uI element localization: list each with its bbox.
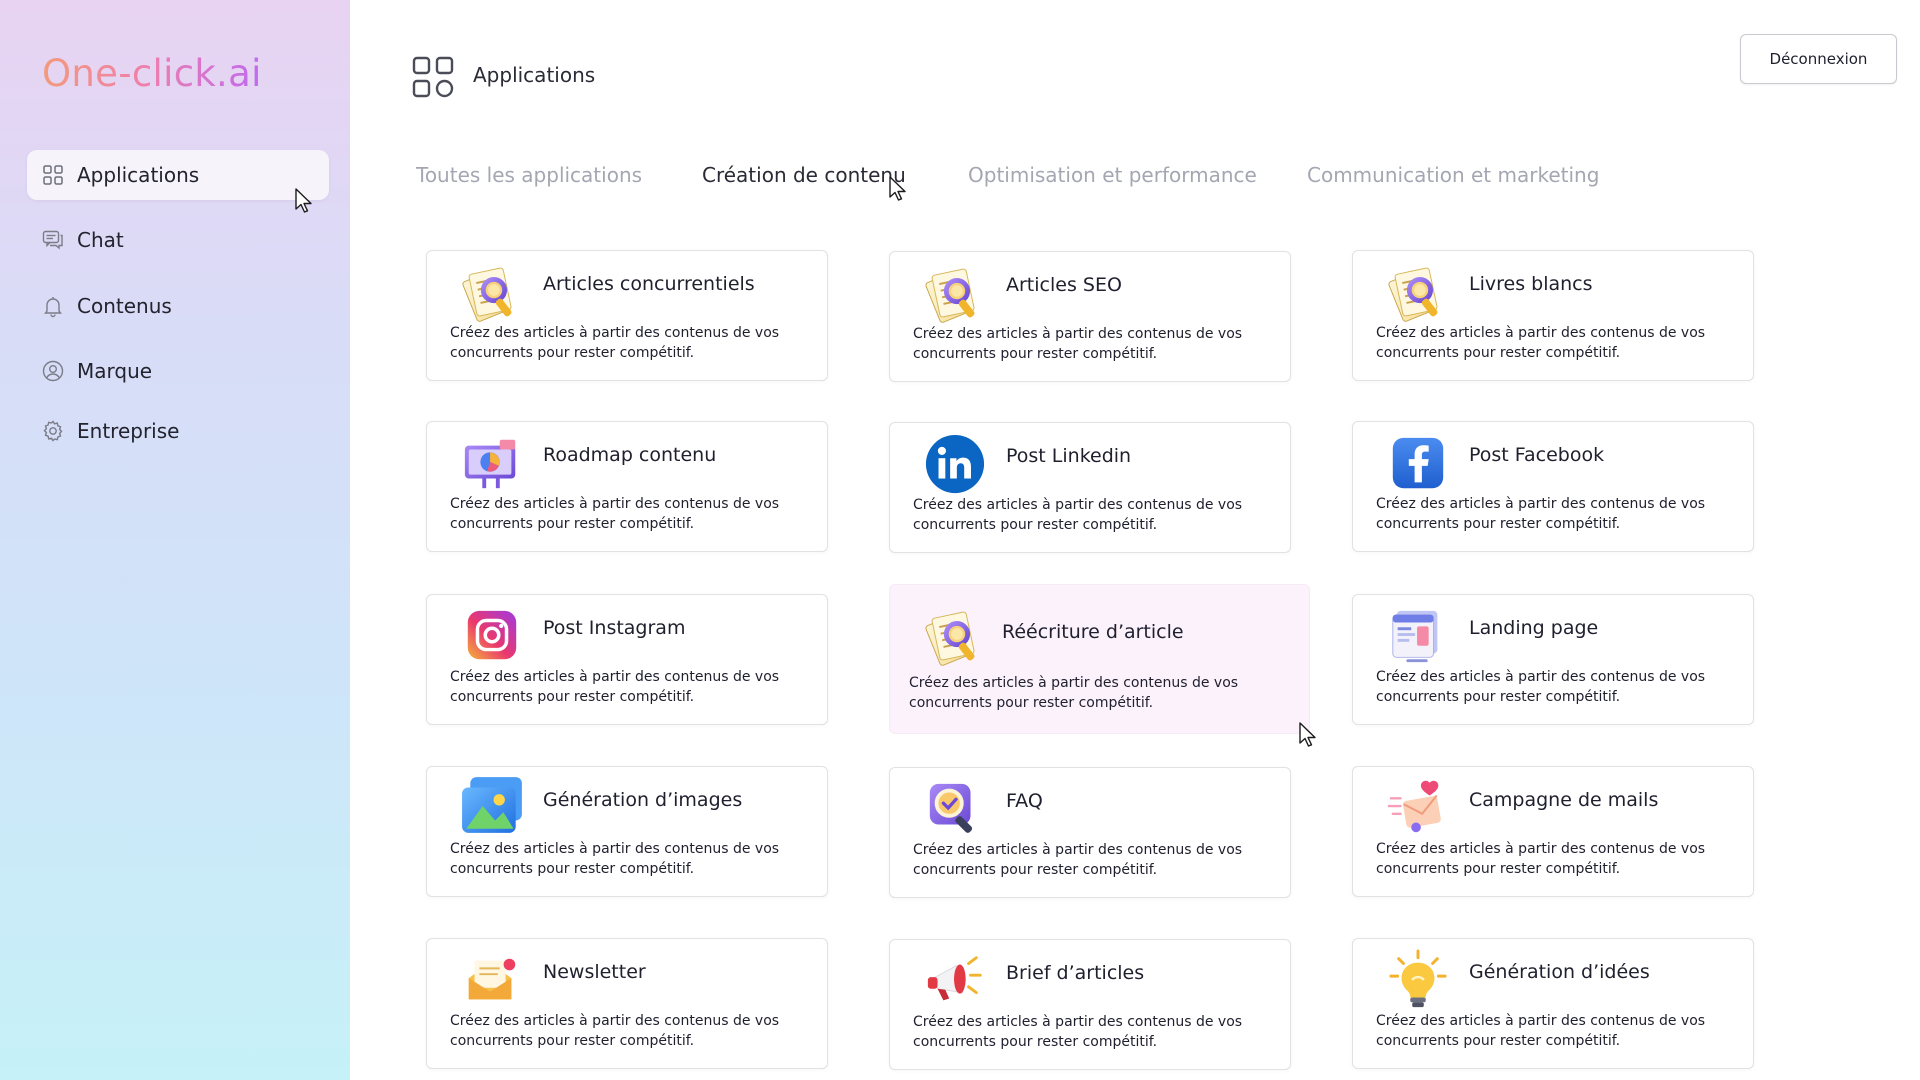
- card-description: Créez des articles à partir des contenus…: [1376, 325, 1706, 361]
- webpage-icon: [1392, 610, 1438, 663]
- card-title: Newsletter: [543, 961, 646, 983]
- tab-content-creation[interactable]: Création de contenu: [702, 163, 906, 187]
- mail-heart-icon: [1387, 780, 1441, 833]
- sidebar-item-label: Entreprise: [77, 419, 180, 443]
- card-title: FAQ: [1006, 790, 1043, 812]
- app-card-campagne-mails[interactable]: Campagne de mails Créez des articles à p…: [1352, 766, 1754, 897]
- papers-magnifier-icon: [461, 261, 523, 323]
- app-card-reecriture-article[interactable]: Réécriture d’article Créez des articles …: [889, 584, 1310, 734]
- card-description: Créez des articles à partir des contenus…: [1376, 669, 1706, 705]
- card-description: Créez des articles à partir des contenus…: [1376, 841, 1706, 877]
- card-title: Articles concurrentiels: [543, 273, 755, 295]
- sidebar-item-label: Chat: [77, 228, 124, 252]
- card-description: Créez des articles à partir des contenus…: [450, 325, 780, 361]
- card-description: Créez des articles à partir des contenus…: [1376, 496, 1706, 532]
- card-description: Créez des articles à partir des contenus…: [450, 669, 780, 705]
- card-title: Campagne de mails: [1469, 789, 1659, 811]
- card-description: Créez des articles à partir des contenus…: [1376, 1013, 1706, 1049]
- card-title: Brief d’articles: [1006, 962, 1145, 984]
- card-description: Créez des articles à partir des contenus…: [450, 496, 780, 532]
- sidebar-item-label: Contenus: [77, 294, 172, 318]
- grid-icon: [43, 165, 63, 185]
- card-description: Créez des articles à partir des contenus…: [913, 1014, 1243, 1050]
- mouse-cursor-icon: [1299, 722, 1316, 747]
- card-title: Réécriture d’article: [1002, 621, 1184, 643]
- app-card-landing-page[interactable]: Landing page Créez des articles à partir…: [1352, 594, 1754, 725]
- card-title: Génération d’idées: [1469, 961, 1650, 983]
- app-card-roadmap-contenu[interactable]: Roadmap contenu Créez des articles à par…: [426, 421, 828, 552]
- presentation-chart-icon: [464, 439, 516, 489]
- sidebar-item-entreprise[interactable]: Entreprise: [27, 406, 329, 456]
- app-card-faq[interactable]: FAQ Créez des articles à partir des cont…: [889, 767, 1291, 898]
- card-description: Créez des articles à partir des contenus…: [913, 497, 1243, 533]
- card-description: Créez des articles à partir des contenus…: [909, 675, 1239, 711]
- image-icon: [462, 777, 522, 833]
- app-card-generation-images[interactable]: Génération d’images Créez des articles à…: [426, 766, 828, 897]
- mouse-cursor-icon: [295, 188, 312, 213]
- sidebar-item-label: Applications: [77, 163, 200, 187]
- app-card-livres-blancs[interactable]: Livres blancs Créez des articles à parti…: [1352, 250, 1754, 381]
- app-card-post-instagram[interactable]: Post Instagram Créez des articles à part…: [426, 594, 828, 725]
- app-card-post-facebook[interactable]: Post Facebook Créez des articles à parti…: [1352, 421, 1754, 552]
- megaphone-icon: [927, 956, 982, 1001]
- user-circle-icon: [42, 360, 64, 382]
- instagram-icon: [467, 610, 517, 660]
- app-card-post-linkedin[interactable]: Post Linkedin Créez des articles à parti…: [889, 422, 1291, 553]
- magnifier-check-icon: [929, 783, 973, 833]
- card-description: Créez des articles à partir des contenus…: [913, 842, 1243, 878]
- chat-icon: [42, 230, 63, 250]
- card-title: Landing page: [1469, 617, 1599, 639]
- envelope-notification-icon: [468, 958, 516, 1000]
- facebook-icon: [1392, 437, 1444, 489]
- sidebar-item-chat[interactable]: Chat: [27, 215, 329, 265]
- card-title: Génération d’images: [543, 789, 743, 811]
- app-card-articles-seo[interactable]: Articles SEO Créez des articles à partir…: [889, 251, 1291, 382]
- lightbulb-icon: [1389, 949, 1447, 1008]
- card-description: Créez des articles à partir des contenus…: [450, 841, 780, 877]
- card-title: Post Instagram: [543, 617, 686, 639]
- card-title: Articles SEO: [1006, 274, 1122, 296]
- brand-logo[interactable]: One-click.ai: [42, 52, 262, 95]
- card-description: Créez des articles à partir des contenus…: [450, 1013, 780, 1049]
- papers-magnifier-icon: [1387, 261, 1449, 323]
- mouse-cursor-icon: [889, 176, 906, 201]
- gear-icon: [43, 420, 63, 442]
- tab-all-applications[interactable]: Toutes les applications: [416, 163, 642, 187]
- sidebar-item-label: Marque: [77, 359, 153, 383]
- page-title: Applications: [473, 63, 596, 87]
- sidebar-item-marque[interactable]: Marque: [27, 346, 329, 396]
- card-title: Post Linkedin: [1006, 445, 1132, 467]
- card-title: Post Facebook: [1469, 444, 1605, 466]
- sidebar-item-applications[interactable]: Applications: [27, 150, 329, 200]
- papers-magnifier-icon: [924, 605, 986, 667]
- card-description: Créez des articles à partir des contenus…: [913, 326, 1243, 362]
- papers-magnifier-icon: [924, 262, 986, 324]
- tab-communication-marketing[interactable]: Communication et marketing: [1307, 163, 1599, 187]
- app-card-generation-idees[interactable]: Génération d’idées Créez des articles à …: [1352, 938, 1754, 1069]
- card-title: Roadmap contenu: [543, 444, 717, 466]
- tab-optimization-performance[interactable]: Optimisation et performance: [968, 163, 1257, 187]
- app-card-newsletter[interactable]: Newsletter Créez des articles à partir d…: [426, 938, 828, 1069]
- sidebar: One-click.ai Applications Chat Contenus …: [0, 0, 350, 1080]
- grid-icon: [412, 56, 454, 98]
- app-card-brief-articles[interactable]: Brief d’articles Créez des articles à pa…: [889, 939, 1291, 1070]
- linkedin-icon: [925, 434, 985, 494]
- sidebar-item-contenus[interactable]: Contenus: [27, 281, 329, 331]
- bell-icon: [44, 297, 62, 318]
- app-card-articles-concurrentiels[interactable]: Articles concurrentiels Créez des articl…: [426, 250, 828, 381]
- card-title: Livres blancs: [1469, 273, 1593, 295]
- logout-button[interactable]: Déconnexion: [1740, 34, 1897, 84]
